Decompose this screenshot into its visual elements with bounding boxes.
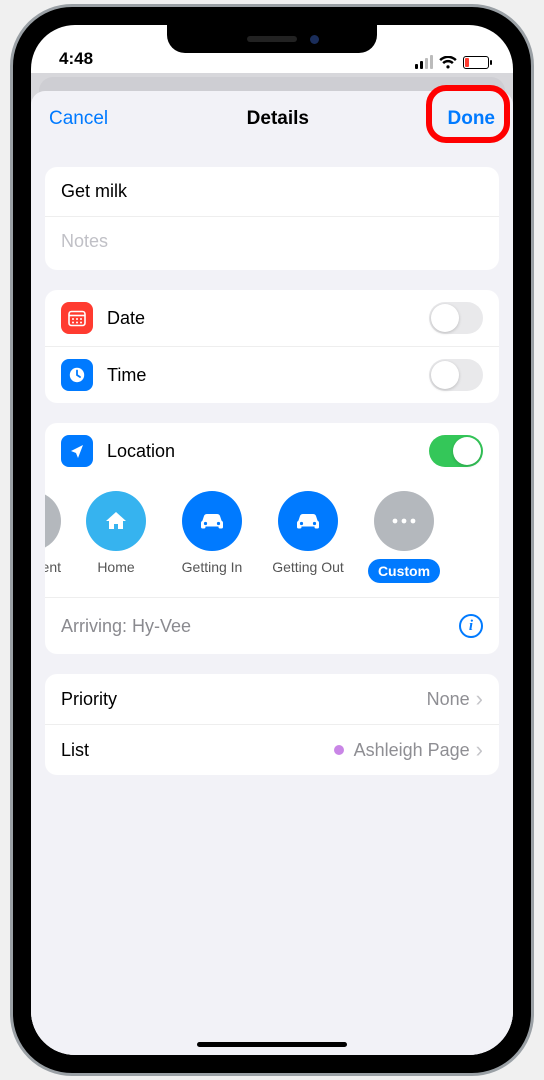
done-button[interactable]: Done [448, 108, 496, 130]
datetime-card: Date Time [45, 290, 499, 403]
time-row[interactable]: Time [45, 346, 499, 403]
location-toggle[interactable] [429, 435, 483, 467]
title-notes-card: Get milk Notes [45, 167, 499, 270]
car-icon [278, 491, 338, 551]
battery-icon [463, 56, 489, 69]
clock-icon [61, 359, 93, 391]
location-card: Location ent Home [45, 423, 499, 654]
location-row[interactable]: Location [45, 423, 499, 479]
calendar-icon [61, 302, 93, 334]
page-title: Details [247, 108, 309, 130]
location-opt-custom[interactable]: Custom [363, 491, 445, 583]
location-arrow-icon [61, 435, 93, 467]
wifi-icon [439, 56, 457, 69]
screen: 4:48 Cancel Details Done Get milk Notes [31, 25, 513, 1055]
arriving-text: Arriving: Hy-Vee [61, 616, 191, 637]
home-icon [86, 491, 146, 551]
list-label: List [61, 740, 334, 761]
cellular-icon [415, 55, 433, 69]
time-label: Time [107, 365, 429, 386]
priority-label: Priority [61, 689, 427, 710]
info-icon[interactable]: i [459, 614, 483, 638]
device-frame: 4:48 Cancel Details Done Get milk Notes [10, 4, 534, 1076]
date-toggle[interactable] [429, 302, 483, 334]
custom-pill: Custom [368, 559, 440, 583]
location-opt-current[interactable]: ent [45, 491, 61, 575]
details-sheet: Cancel Details Done Get milk Notes Date [31, 91, 513, 1055]
car-icon [182, 491, 242, 551]
priority-value: None [427, 689, 470, 710]
status-time: 4:48 [59, 49, 93, 69]
location-opt-getting-out[interactable]: Getting Out [267, 491, 349, 575]
location-label: Location [107, 441, 429, 462]
home-indicator[interactable] [197, 1042, 347, 1047]
priority-list-card: Priority None › List Ashleigh Page › [45, 674, 499, 775]
time-toggle[interactable] [429, 359, 483, 391]
notch [167, 25, 377, 53]
priority-row[interactable]: Priority None › [45, 674, 499, 724]
cancel-button[interactable]: Cancel [49, 108, 108, 130]
nav-bar: Cancel Details Done [31, 91, 513, 147]
list-color-dot [334, 745, 344, 755]
chevron-right-icon: › [476, 686, 483, 712]
list-value: Ashleigh Page [354, 740, 470, 761]
arriving-row[interactable]: Arriving: Hy-Vee i [45, 597, 499, 654]
location-opt-getting-in[interactable]: Getting In [171, 491, 253, 575]
date-label: Date [107, 308, 429, 329]
chevron-right-icon: › [476, 737, 483, 763]
location-options[interactable]: ent Home Getting In [45, 479, 499, 597]
ellipsis-icon [374, 491, 434, 551]
reminder-notes-input[interactable]: Notes [45, 217, 499, 270]
location-opt-home[interactable]: Home [75, 491, 157, 575]
list-row[interactable]: List Ashleigh Page › [45, 724, 499, 775]
reminder-title-input[interactable]: Get milk [45, 167, 499, 217]
date-row[interactable]: Date [45, 290, 499, 346]
